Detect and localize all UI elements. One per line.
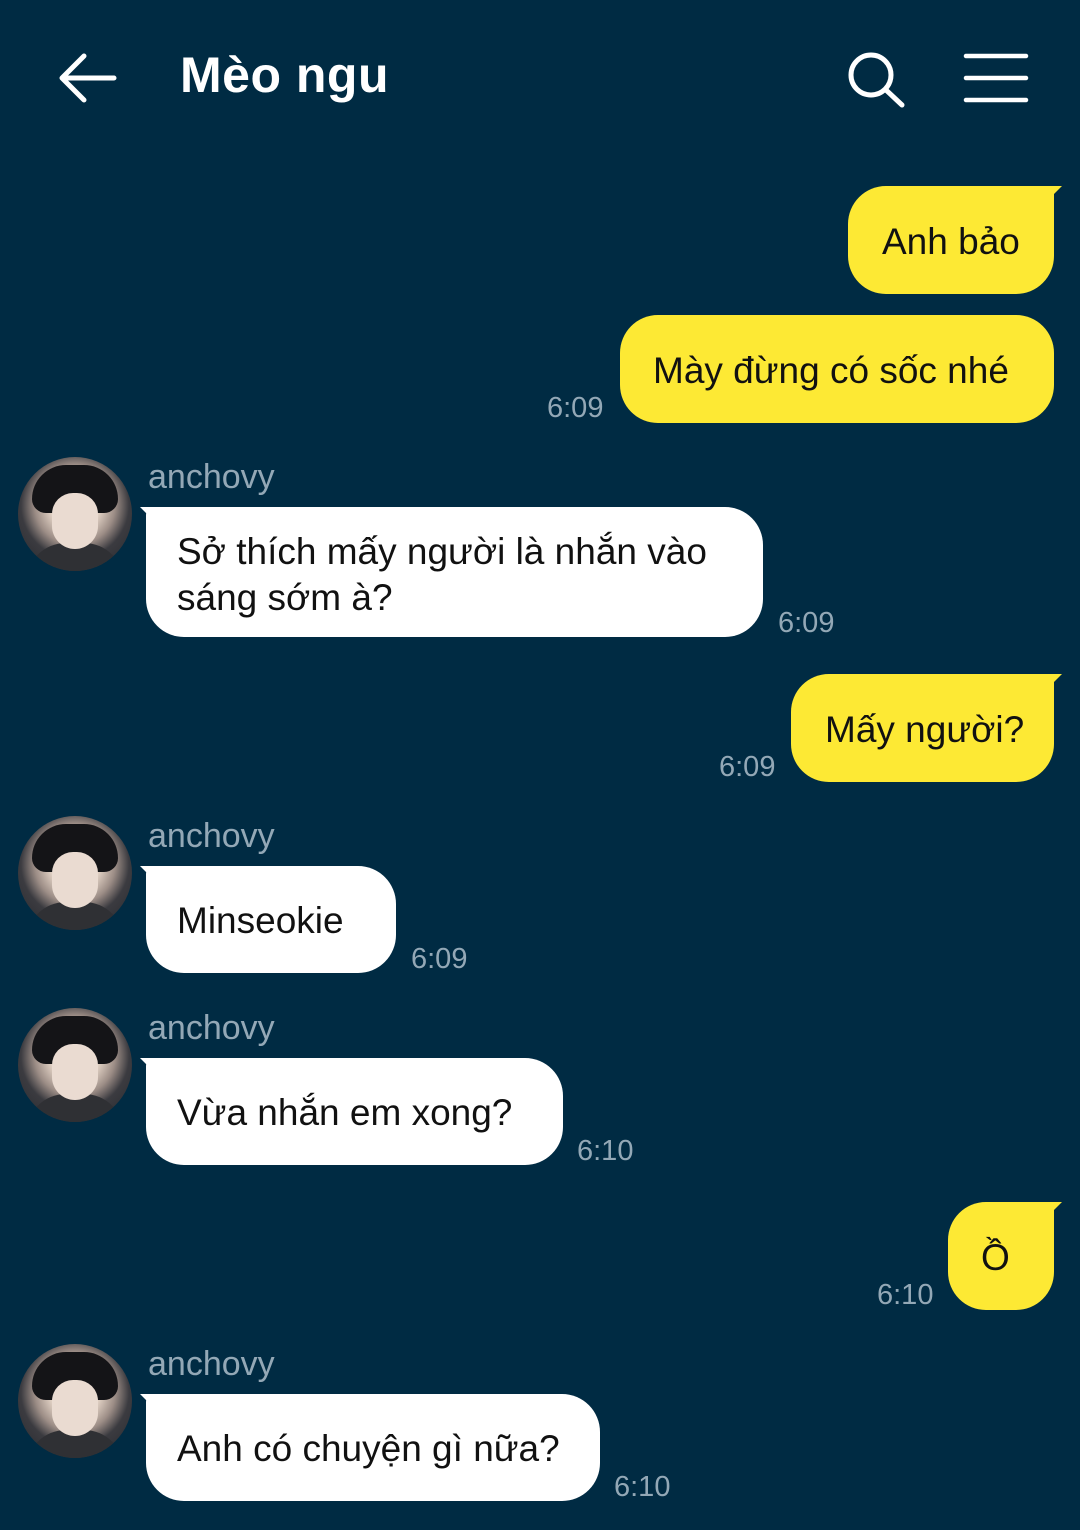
avatar[interactable] [18, 1344, 132, 1458]
search-icon [848, 52, 905, 108]
message-bubble[interactable]: Anh bảo [848, 186, 1054, 294]
message-bubble[interactable]: Mấy người? [791, 674, 1054, 782]
message-text-line: Sở thích mấy người là nhắn vào [177, 531, 707, 572]
bubble-tail [140, 1394, 162, 1416]
message-bubble[interactable]: Minseokie [146, 866, 396, 973]
search-button[interactable] [846, 50, 908, 110]
bubble-tail [140, 507, 162, 529]
message-text: Anh bảo [882, 221, 1020, 262]
message-bubble[interactable]: Ồ [948, 1202, 1054, 1310]
message-bubble[interactable]: Sở thích mấy người là nhắn vào sáng sớm … [146, 507, 763, 637]
avatar[interactable] [18, 457, 132, 571]
message-bubble[interactable]: Anh có chuyện gì nữa? [146, 1394, 600, 1501]
message-time: 6:09 [778, 607, 835, 639]
message-text: Minseokie [177, 900, 344, 941]
sender-name: anchovy [148, 1345, 275, 1383]
sender-name: anchovy [148, 817, 275, 855]
message-text-line: sáng sớm à? [177, 577, 393, 618]
bubble-tail [1040, 674, 1062, 696]
message-text: Mấy người? [825, 709, 1025, 750]
message-text: Ồ [981, 1237, 1010, 1278]
chat-header: Mèo ngu [0, 0, 1080, 160]
message-time: 6:09 [719, 751, 776, 783]
bubble-tail [1040, 1202, 1062, 1224]
message-text: Vừa nhắn em xong? [177, 1092, 513, 1133]
message-time: 6:09 [411, 943, 468, 975]
bubble-tail [140, 866, 162, 888]
message-text: Mày đừng có sốc nhé [653, 350, 1009, 391]
back-button[interactable] [56, 50, 118, 106]
chat-screen: Mèo ngu Anh bảo Mày đừng có sốc nhé 6:09 [0, 0, 1080, 1530]
hamburger-menu-icon [963, 53, 1029, 103]
bubble-tail [1040, 186, 1062, 208]
avatar[interactable] [18, 816, 132, 930]
message-time: 6:10 [614, 1471, 671, 1503]
message-bubble[interactable]: Mày đừng có sốc nhé [620, 315, 1054, 423]
message-bubble[interactable]: Vừa nhắn em xong? [146, 1058, 563, 1165]
arrow-left-icon [59, 53, 117, 103]
message-text: Anh có chuyện gì nữa? [177, 1428, 560, 1469]
sender-name: anchovy [148, 458, 275, 496]
chat-title: Mèo ngu [180, 47, 390, 103]
avatar[interactable] [18, 1008, 132, 1122]
message-time: 6:10 [877, 1279, 934, 1311]
bubble-tail [140, 1058, 162, 1080]
menu-button[interactable] [962, 52, 1032, 106]
message-time: 6:10 [577, 1135, 634, 1167]
message-time: 6:09 [547, 392, 604, 424]
sender-name: anchovy [148, 1009, 275, 1047]
